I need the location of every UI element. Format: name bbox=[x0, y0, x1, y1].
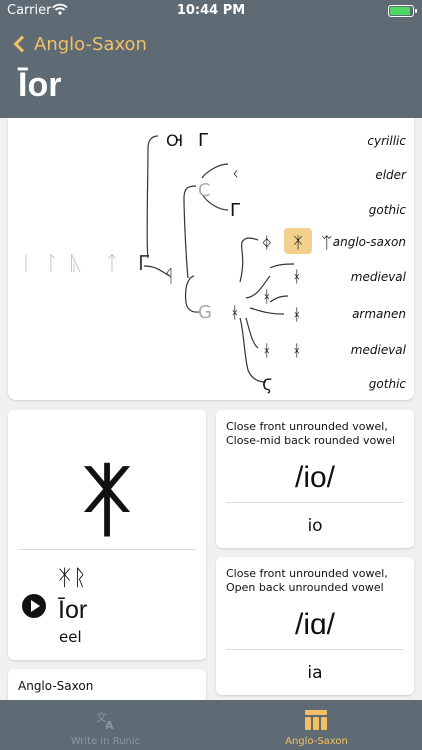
medieval-label: medieval bbox=[351, 343, 407, 357]
cyrillic-glyph: Γ bbox=[198, 130, 208, 151]
sound-ipa: /iɑ/ bbox=[294, 608, 336, 641]
elder-glyph: ᚲ bbox=[230, 164, 241, 185]
split-glyph: ᚼ bbox=[230, 303, 240, 322]
word-latin: Īor bbox=[58, 596, 88, 624]
page-title: Īor bbox=[18, 66, 62, 104]
lineage-glyphs: ᛁ ᛚ ᚣ ᛏ bbox=[20, 251, 118, 275]
sound-ipa: /io/ bbox=[294, 461, 336, 494]
divider bbox=[18, 549, 196, 550]
medieval-glyph: ᚼ bbox=[292, 341, 302, 360]
divider bbox=[226, 649, 404, 650]
sound-description: Close front unrounded vowel, Close-mid b… bbox=[226, 420, 396, 447]
anglo-saxon-glyph: ᛄ bbox=[262, 233, 272, 252]
elder-label: elder bbox=[375, 168, 407, 182]
branch-glyph: ᚼ bbox=[262, 287, 272, 306]
gothic-glyph: Γ bbox=[230, 200, 240, 221]
sound-description: Close front unrounded vowel, Open back u… bbox=[226, 567, 388, 594]
cyrillic-label: cyrillic bbox=[367, 134, 406, 148]
sound-card: Close front unrounded vowel, Close-mid b… bbox=[216, 410, 414, 548]
medieval-glyph: ᚼ bbox=[292, 267, 302, 286]
gothic-label: gothic bbox=[369, 203, 407, 217]
battery-icon bbox=[388, 5, 417, 17]
tab-label: Write in Runic bbox=[70, 736, 141, 747]
play-audio-button[interactable] bbox=[22, 594, 46, 618]
tree-glyph: ᛩ bbox=[164, 266, 175, 287]
chevron-left-icon bbox=[13, 35, 31, 53]
word-runes: ᛡᚱ bbox=[58, 566, 89, 591]
table-icon bbox=[305, 710, 327, 730]
sound-transliteration: io bbox=[307, 516, 323, 536]
gothic-label: gothic bbox=[369, 377, 407, 391]
lineage-glyph: ᛁ bbox=[20, 251, 32, 275]
svg-text:A: A bbox=[105, 719, 114, 730]
cyrillic-glyph: Ꙕ bbox=[166, 131, 183, 150]
status-bar: Carrier 10:44 PM bbox=[0, 0, 422, 22]
g-group-glyph: G bbox=[198, 302, 212, 323]
word-meaning: eel bbox=[59, 628, 82, 646]
tab-label: Anglo-Saxon bbox=[285, 736, 348, 747]
anglo-saxon-label: anglo-saxon bbox=[333, 235, 406, 249]
tab-write-in-runic[interactable]: 文 A Write in Runic bbox=[0, 700, 211, 750]
translate-icon: 文 A bbox=[96, 710, 114, 730]
lineage-glyph: ᛚ bbox=[46, 251, 58, 275]
tree-glyph: Γ bbox=[138, 251, 150, 275]
medieval-glyph: ᚼ bbox=[262, 341, 272, 360]
anglo-saxon-glyph: ᛠ bbox=[322, 233, 332, 252]
sound-transliteration: ia bbox=[307, 663, 323, 683]
back-label: Anglo-Saxon bbox=[34, 33, 147, 55]
gothic-glyph: Ϛ bbox=[262, 375, 272, 394]
elder-group-glyph: C bbox=[198, 180, 211, 201]
back-button[interactable]: Anglo-Saxon bbox=[10, 30, 147, 58]
tab-bar: 文 A Write in Runic Anglo-Saxon bbox=[0, 700, 422, 750]
language-label: Anglo-Saxon bbox=[18, 679, 94, 693]
medieval-label: medieval bbox=[351, 270, 407, 284]
divider bbox=[226, 502, 404, 503]
armanen-glyph: ᚼ bbox=[292, 305, 302, 324]
sound-card: Close front unrounded vowel, Open back u… bbox=[216, 557, 414, 695]
lineage-glyph: ᚣ bbox=[70, 251, 82, 275]
tab-anglo-saxon[interactable]: Anglo-Saxon bbox=[211, 700, 422, 750]
navigation-header: Carrier 10:44 PM Anglo-Saxon Īor bbox=[0, 0, 422, 118]
rune-lineage-tree: ᛁ ᛚ ᚣ ᛏ Γ ᛩ Ꙕ Γ cyrillic C ᚲ elder Γ got… bbox=[8, 118, 414, 400]
anglo-saxon-current-glyph: ᛡ bbox=[293, 233, 303, 252]
armanen-label: armanen bbox=[352, 307, 406, 321]
rune-card: ᛡ bbox=[8, 410, 206, 660]
lineage-glyph: ᛏ bbox=[106, 251, 118, 275]
rune-glyph: ᛡ bbox=[83, 453, 131, 546]
status-time: 10:44 PM bbox=[176, 3, 246, 18]
